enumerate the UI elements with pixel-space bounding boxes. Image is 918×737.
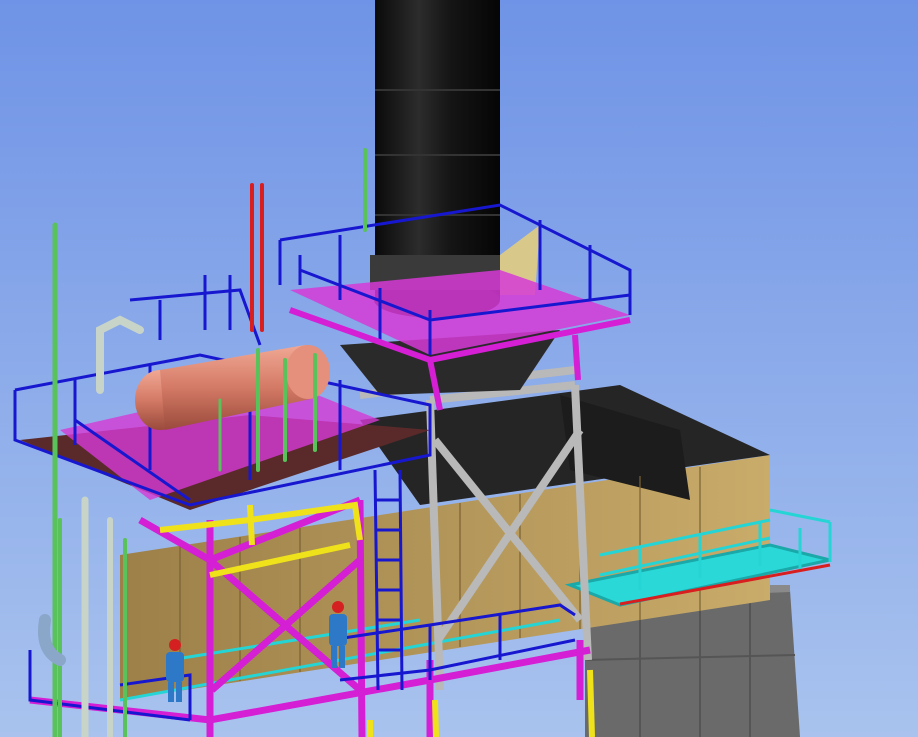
- plant-model-scene: [0, 0, 918, 737]
- cad-3d-viewport[interactable]: [0, 0, 918, 737]
